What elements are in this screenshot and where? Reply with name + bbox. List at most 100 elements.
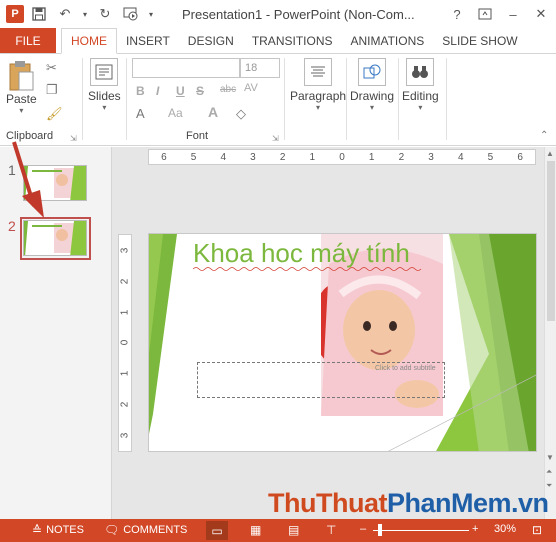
watermark-part: .vn [511,488,549,518]
paste-label: Paste [6,92,37,106]
zoom-in-button[interactable]: + [472,523,478,535]
clipboard-launcher-icon[interactable]: ⇲ [70,134,77,143]
minimize-icon[interactable]: – [502,4,524,24]
ruler-tick: 2 [119,278,131,285]
zoom-slider[interactable] [373,530,469,531]
tab-animations[interactable]: ANIMATIONS [341,28,433,53]
close-icon[interactable]: ✕ [530,4,552,24]
comments-button[interactable]: 🗨 COMMENTS [104,523,187,537]
paste-dropdown-icon[interactable]: ▾ [19,106,23,115]
character-spacing-button[interactable]: AV [244,82,258,94]
paragraph-label: Paragraph [290,89,347,103]
slide-thumbnail-2[interactable] [23,220,87,256]
fit-slide-button[interactable]: ⊡ [532,523,542,537]
editing-label: Editing [402,89,439,103]
normal-view-icon: ▭ [211,523,223,538]
drawing-button[interactable]: Drawing ▾ [350,58,394,112]
normal-view-button[interactable]: ▭ [206,521,228,540]
font-size-input[interactable]: 18 [240,58,280,78]
reading-view-button[interactable]: ▤ [288,523,299,537]
tab-file[interactable]: FILE [0,28,56,53]
bold-button[interactable]: B [136,84,145,98]
scroll-up-icon[interactable]: ▲ [546,149,554,158]
font-launcher-icon[interactable]: ⇲ [272,134,279,143]
vertical-scrollbar[interactable]: ▲ ▼ ⏶ ⏷ [544,147,556,519]
tab-insert[interactable]: INSERT [117,28,179,53]
tab-design[interactable]: DESIGN [179,28,243,53]
ruler-tick: 5 [190,151,197,163]
ribbon-display-options-icon[interactable] [474,4,496,24]
horizontal-ruler: 6 5 4 3 2 1 0 1 2 3 4 5 6 [148,149,536,165]
fit-to-window-icon: ⊡ [532,523,543,537]
comment-icon: 🗨 [104,523,120,537]
underline-button[interactable]: U [176,84,185,98]
paragraph-button[interactable]: Paragraph ▾ [290,58,346,112]
undo-icon[interactable]: ↶ [54,3,76,25]
reading-view-icon: ▤ [288,523,300,537]
start-from-beginning-icon[interactable] [120,3,142,25]
italic-button[interactable]: I [156,84,159,98]
tab-transitions[interactable]: TRANSITIONS [243,28,342,53]
increase-font-icon[interactable]: A [136,106,145,121]
tab-slide-show[interactable]: SLIDE SHOW [433,28,526,53]
ruler-tick: 1 [119,309,131,315]
spellcheck-underline [193,267,422,271]
subtitle-placeholder-text: Click to add subtitle [375,365,436,372]
drawing-label: Drawing [350,89,395,103]
font-name-input[interactable] [132,58,240,78]
clipboard-icon [9,61,34,91]
slide-number-2: 2 [8,218,16,234]
change-case-button[interactable]: Aa [168,106,183,120]
editing-dropdown-icon: ▾ [418,103,423,112]
vertical-ruler: 3 2 1 0 1 2 3 [118,234,132,452]
status-bar: ≙ NOTES 🗨 COMMENTS ▭ ▦ ▤ ⊤ – + 30% ⊡ [0,519,556,542]
save-icon[interactable] [28,3,50,25]
watermark-part: Thu [268,488,316,518]
ruler-tick: 6 [517,151,523,163]
slides-button[interactable]: Slides ▾ [88,58,121,112]
previous-slide-icon[interactable]: ⏶ [546,467,552,477]
divider [446,58,447,140]
tab-home[interactable]: HOME [61,28,117,54]
ruler-tick: 3 [119,247,131,254]
format-painter-icon[interactable]: 🖌 [46,106,63,122]
zoom-out-button[interactable]: – [360,523,366,535]
window-title: Presentation1 - PowerPoint (Non-Com... [182,7,415,22]
cut-icon[interactable]: ✂ [46,60,57,76]
customize-qat-icon[interactable]: ▾ [146,3,156,25]
redo-icon[interactable]: ↻ [94,3,116,25]
font-color-button[interactable]: A [208,104,218,120]
undo-dropdown-icon[interactable]: ▾ [80,3,90,25]
paste-button[interactable]: Paste ▾ [6,60,37,115]
ribbon: Paste ▾ ✂ ❐ 🖌 Clipboard ⇲ Slides ▾ 18 B … [0,54,556,146]
help-icon[interactable]: ? [446,4,468,24]
slide-title[interactable]: Khoa hoc máy tính [193,238,410,269]
zoom-level[interactable]: 30% [494,523,516,535]
scrollbar-thumb[interactable] [547,161,555,321]
copy-icon[interactable]: ❐ [46,82,58,98]
drawing-dropdown-icon: ▾ [370,103,375,112]
ruler-tick: 4 [220,151,226,163]
ruler-tick: 3 [119,432,131,439]
clear-formatting-icon[interactable]: ◇ [236,106,246,122]
divider [398,58,399,140]
paragraph-icon [304,58,333,86]
slide-canvas[interactable]: Khoa hoc máy tính Click to add subtitle [148,233,537,452]
slides-dropdown-icon: ▾ [102,103,107,112]
zoom-slider-knob[interactable] [378,524,382,536]
strikethrough-button[interactable]: S [196,84,204,98]
ruler-tick: 2 [119,401,131,408]
ruler-tick: 1 [368,151,375,163]
ruler-tick: 2 [279,151,286,163]
scroll-down-icon[interactable]: ▼ [546,453,554,462]
quick-access-toolbar: P ↶ ▾ ↻ ▾ [0,3,156,25]
strikethrough-abc-button[interactable]: abc [220,84,236,95]
slide-sorter-button[interactable]: ▦ [250,523,261,537]
find-binoculars-icon [406,58,435,86]
notes-icon: ≙ [32,523,43,537]
notes-button[interactable]: ≙ NOTES [32,523,84,537]
collapse-ribbon-icon[interactable]: ⌃ [540,130,548,141]
editing-button[interactable]: Editing ▾ [402,58,439,112]
ruler-tick: 1 [119,371,131,377]
slide-show-button[interactable]: ⊤ [326,523,336,537]
